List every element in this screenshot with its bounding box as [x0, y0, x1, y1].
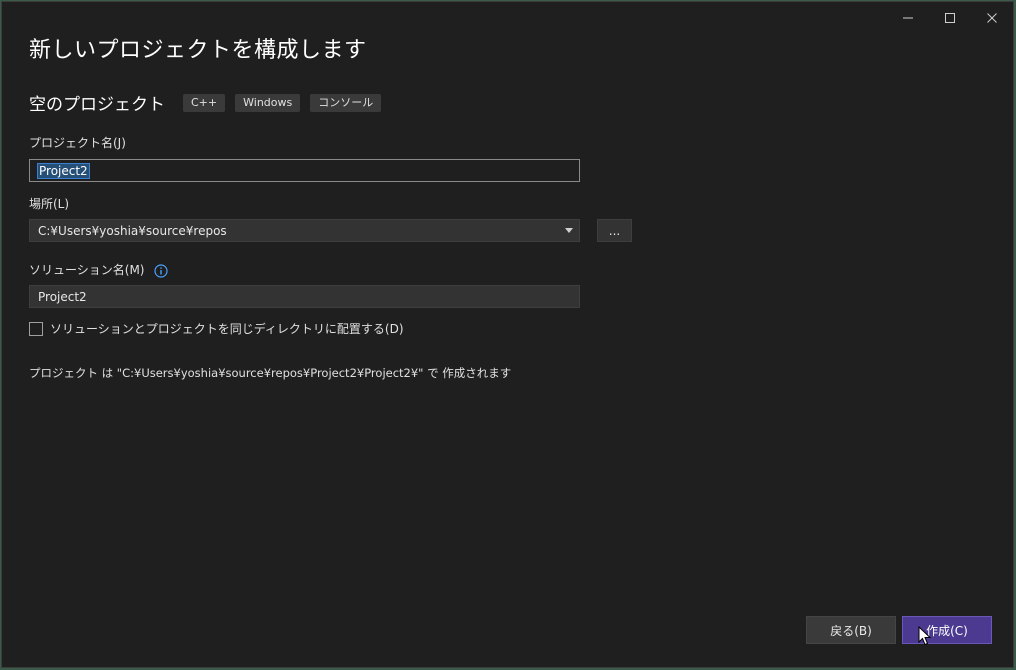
back-button[interactable]: 戻る(B)	[806, 616, 896, 644]
maximize-icon	[945, 13, 955, 23]
template-name: 空のプロジェクト	[29, 95, 165, 115]
template-summary: 空のプロジェクト C++ Windows コンソール	[29, 90, 391, 115]
tag-cpp: C++	[183, 93, 226, 112]
maximize-button[interactable]	[929, 2, 971, 34]
location-combobox[interactable]: C:¥Users¥yoshia¥source¥repos	[29, 219, 580, 242]
browse-button[interactable]: ...	[597, 219, 632, 242]
solution-name-value: Project2	[38, 289, 87, 304]
solution-name-input[interactable]: Project2	[29, 285, 580, 308]
tag-windows: Windows	[235, 93, 301, 112]
minimize-icon	[903, 17, 913, 19]
minimize-button[interactable]	[887, 2, 929, 34]
mouse-cursor-icon	[918, 626, 932, 646]
project-name-value: Project2	[37, 162, 90, 179]
close-icon	[987, 13, 997, 23]
location-label: 場所(L)	[29, 197, 70, 211]
close-button[interactable]	[971, 2, 1013, 34]
page-title: 新しいプロジェクトを構成します	[29, 38, 367, 63]
window-controls	[887, 2, 1013, 34]
configure-project-dialog: 新しいプロジェクトを構成します 空のプロジェクト C++ Windows コンソ…	[1, 1, 1014, 668]
project-name-input[interactable]: Project2	[29, 159, 580, 182]
tag-console: コンソール	[310, 93, 382, 112]
info-icon[interactable]	[154, 263, 168, 278]
chevron-down-icon[interactable]	[565, 228, 573, 233]
creation-path-info: プロジェクト は "C:¥Users¥yoshia¥source¥repos¥P…	[29, 366, 512, 380]
same-directory-label: ソリューションとプロジェクトを同じディレクトリに配置する(D)	[50, 322, 404, 336]
create-button[interactable]: 作成(C)	[902, 616, 992, 644]
location-value: C:¥Users¥yoshia¥source¥repos	[38, 223, 227, 238]
same-directory-checkbox[interactable]	[29, 321, 43, 336]
solution-name-label: ソリューション名(M)	[29, 263, 145, 277]
same-directory-option[interactable]: ソリューションとプロジェクトを同じディレクトリに配置する(D)	[29, 320, 404, 337]
project-name-label: プロジェクト名(J)	[29, 136, 126, 150]
solution-name-label-row: ソリューション名(M)	[29, 261, 168, 278]
